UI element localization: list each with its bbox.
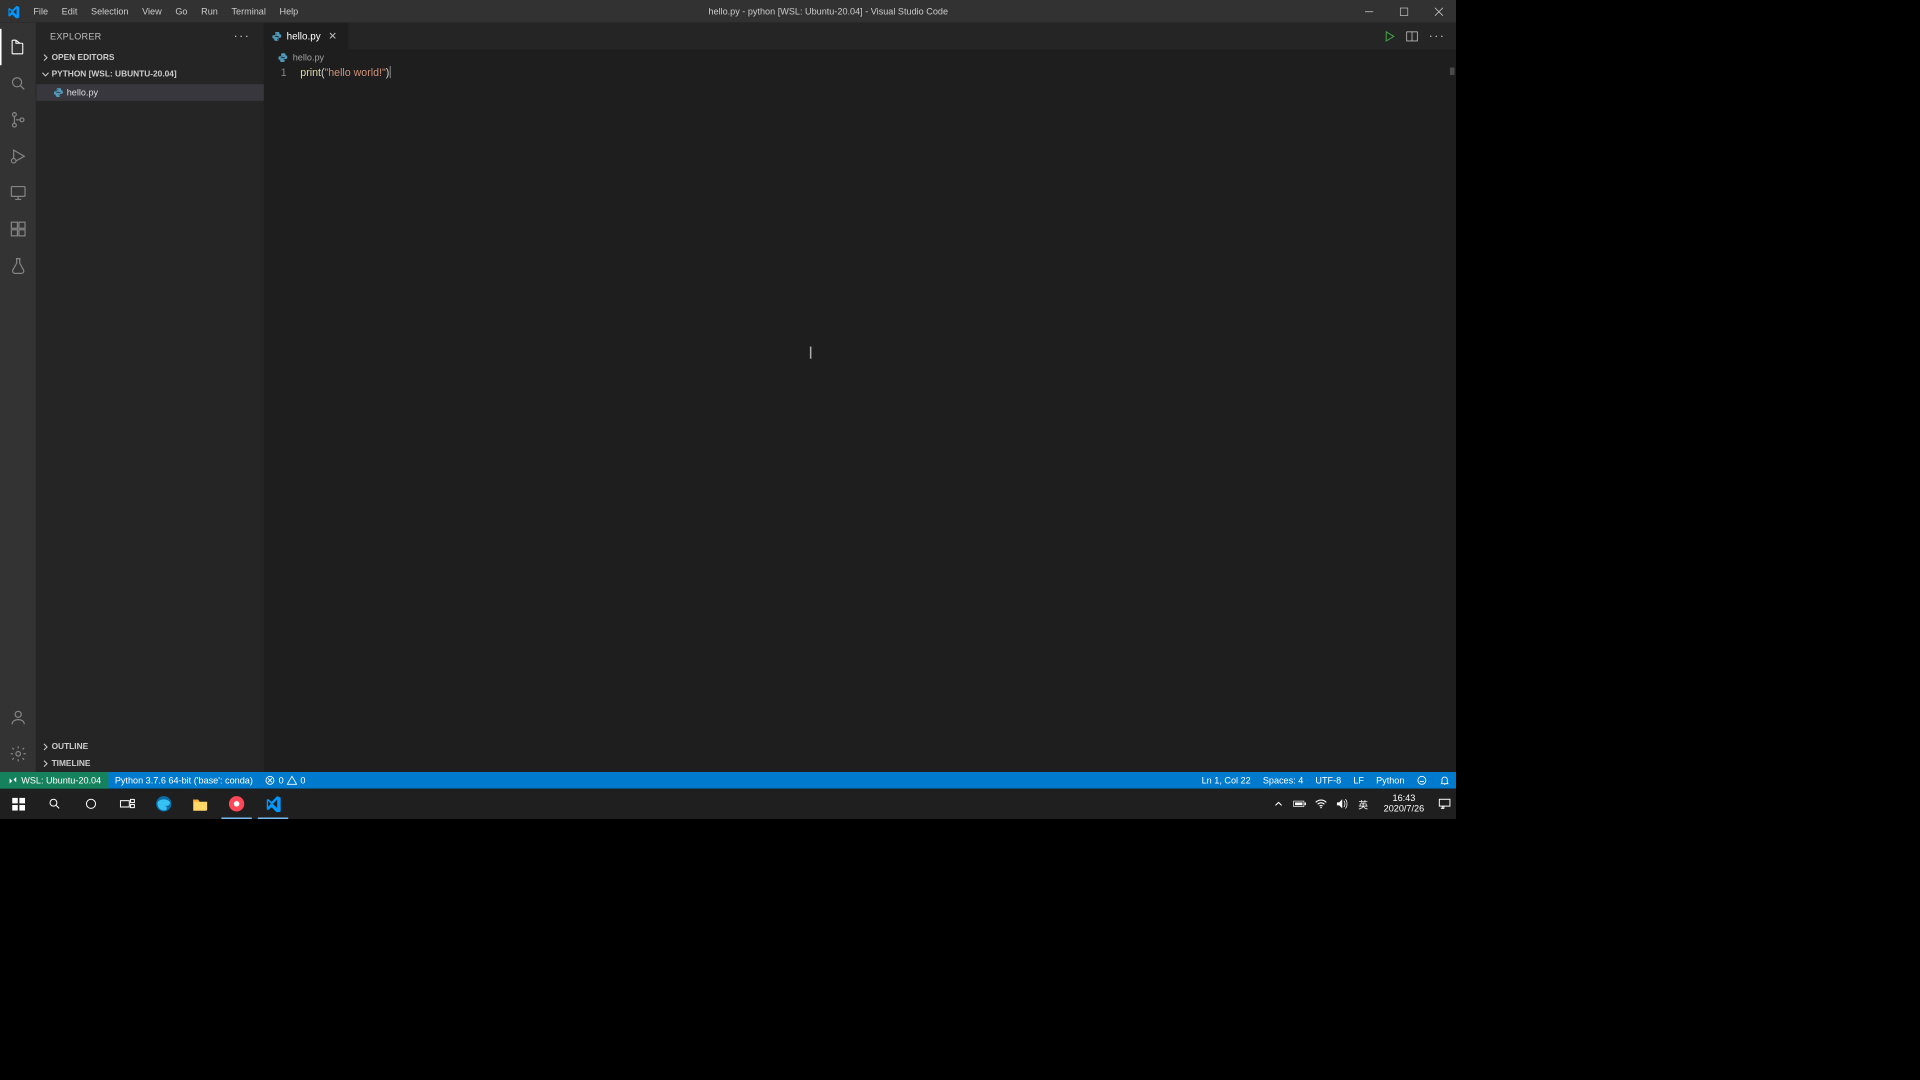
line-number: 1 — [264, 66, 300, 78]
tray-clock[interactable]: 16:43 2020/7/26 — [1378, 793, 1431, 814]
title-bar: File Edit Selection View Go Run Terminal… — [0, 0, 1456, 23]
tray-volume-icon[interactable] — [1335, 799, 1349, 810]
breadcrumb-file: hello.py — [293, 52, 324, 63]
open-editors-section[interactable]: OPEN EDITORS — [36, 49, 264, 66]
vscode-logo-icon — [0, 5, 27, 18]
editor-area: hello.py ✕ ··· hello.py 1 print("hello w… — [264, 23, 1456, 772]
tray-ime-label[interactable]: 英 — [1356, 797, 1370, 811]
timeline-section[interactable]: TIMELINE — [36, 755, 264, 772]
python-file-icon — [278, 52, 289, 63]
code-content: print("hello world!") — [300, 66, 391, 78]
menu-help[interactable]: Help — [273, 0, 305, 23]
status-remote-button[interactable]: WSL: Ubuntu-20.04 — [0, 772, 109, 789]
explorer-more-icon[interactable]: ··· — [234, 29, 251, 43]
explorer-header: EXPLORER ··· — [36, 23, 264, 50]
open-editors-label: OPEN EDITORS — [52, 53, 115, 62]
tab-label: hello.py — [287, 30, 321, 41]
tray-chevron-up-icon[interactable] — [1271, 799, 1285, 808]
status-python-button[interactable]: Python 3.7.6 64-bit ('base': conda) — [109, 772, 259, 789]
chevron-right-icon — [39, 760, 51, 768]
window-title: hello.py - python [WSL: Ubuntu-20.04] - … — [305, 6, 1351, 17]
menu-view[interactable]: View — [135, 0, 168, 23]
taskbar-cortana-button[interactable] — [73, 789, 109, 819]
tab-close-icon[interactable]: ✕ — [325, 30, 340, 43]
status-encoding-button[interactable]: UTF-8 — [1309, 772, 1347, 789]
file-tree-item[interactable]: hello.py — [36, 84, 264, 101]
taskbar-edge-icon[interactable] — [146, 789, 182, 819]
outline-label: OUTLINE — [52, 742, 89, 751]
window-maximize-button[interactable] — [1386, 0, 1421, 23]
editor-tabs: hello.py ✕ ··· — [264, 23, 1456, 50]
editor-tab[interactable]: hello.py ✕ — [264, 23, 349, 50]
status-eol-button[interactable]: LF — [1347, 772, 1370, 789]
window-controls — [1351, 0, 1456, 23]
code-line: 1 print("hello world!") — [264, 66, 1456, 78]
run-file-icon[interactable] — [1383, 30, 1395, 42]
status-spaces-button[interactable]: Spaces: 4 — [1257, 772, 1310, 789]
menu-file[interactable]: File — [27, 0, 55, 23]
split-editor-icon[interactable] — [1406, 30, 1418, 42]
python-file-icon — [53, 87, 67, 98]
activity-testing-icon[interactable] — [0, 247, 36, 283]
activity-source-control-icon[interactable] — [0, 102, 36, 138]
window-close-button[interactable] — [1421, 0, 1456, 23]
status-remote-label: WSL: Ubuntu-20.04 — [21, 775, 101, 786]
workspace-label: PYTHON [WSL: UBUNTU-20.04] — [52, 70, 177, 79]
editor-actions: ··· — [1373, 23, 1456, 50]
file-name: hello.py — [67, 87, 98, 98]
explorer-title: EXPLORER — [50, 31, 101, 42]
status-problems-button[interactable]: 0 0 — [259, 772, 312, 789]
status-cursor-button[interactable]: Ln 1, Col 22 — [1196, 772, 1257, 789]
code-editor[interactable]: 1 print("hello world!") — [264, 66, 1456, 772]
activity-run-debug-icon[interactable] — [0, 138, 36, 174]
system-tray: 英 16:43 2020/7/26 — [1271, 793, 1456, 814]
secondary-caret — [810, 347, 812, 359]
tray-action-center-icon[interactable] — [1438, 799, 1452, 810]
activity-remote-explorer-icon[interactable] — [0, 174, 36, 210]
chevron-right-icon — [39, 54, 51, 62]
menu-edit[interactable]: Edit — [55, 0, 84, 23]
activity-bar — [0, 23, 36, 772]
status-feedback-icon[interactable] — [1411, 772, 1434, 789]
chevron-down-icon — [39, 71, 51, 79]
status-bar: WSL: Ubuntu-20.04 Python 3.7.6 64-bit ('… — [0, 772, 1456, 789]
taskbar-vscode-icon[interactable] — [255, 789, 291, 819]
file-tree: hello.py — [36, 83, 264, 106]
taskbar-file-explorer-icon[interactable] — [182, 789, 218, 819]
timeline-label: TIMELINE — [52, 759, 91, 768]
menu-selection[interactable]: Selection — [84, 0, 135, 23]
python-file-icon — [271, 31, 282, 42]
status-bell-icon[interactable] — [1433, 772, 1456, 789]
explorer-sidebar: EXPLORER ··· OPEN EDITORS PYTHON [WSL: U… — [36, 23, 264, 772]
menu-go[interactable]: Go — [169, 0, 195, 23]
taskbar-start-button[interactable] — [0, 789, 36, 819]
window-minimize-button[interactable] — [1351, 0, 1386, 23]
activity-search-icon[interactable] — [0, 65, 36, 101]
menu-terminal[interactable]: Terminal — [225, 0, 273, 23]
outline-section[interactable]: OUTLINE — [36, 739, 264, 756]
breadcrumb[interactable]: hello.py — [264, 49, 1456, 66]
taskbar-recorder-icon[interactable] — [218, 789, 254, 819]
taskbar-search-button[interactable] — [36, 789, 72, 819]
status-errors: 0 — [279, 775, 284, 786]
workspace-section[interactable]: PYTHON [WSL: UBUNTU-20.04] — [36, 66, 264, 83]
menu-run[interactable]: Run — [194, 0, 224, 23]
taskbar-taskview-button[interactable] — [109, 789, 145, 819]
activity-settings-icon[interactable] — [0, 736, 36, 772]
status-warnings: 0 — [300, 775, 305, 786]
minimap[interactable] — [1445, 66, 1456, 80]
chevron-right-icon — [39, 743, 51, 751]
tray-wifi-icon[interactable] — [1314, 799, 1328, 808]
status-language-button[interactable]: Python — [1370, 772, 1410, 789]
editor-more-icon[interactable]: ··· — [1429, 29, 1446, 43]
windows-taskbar: 英 16:43 2020/7/26 — [0, 789, 1456, 819]
activity-extensions-icon[interactable] — [0, 211, 36, 247]
menu-bar: File Edit Selection View Go Run Terminal… — [27, 0, 306, 23]
tray-date: 2020/7/26 — [1384, 804, 1424, 814]
activity-explorer-icon[interactable] — [0, 29, 36, 65]
activity-accounts-icon[interactable] — [0, 699, 36, 735]
text-caret — [390, 66, 391, 78]
tray-battery-icon[interactable] — [1293, 799, 1307, 808]
